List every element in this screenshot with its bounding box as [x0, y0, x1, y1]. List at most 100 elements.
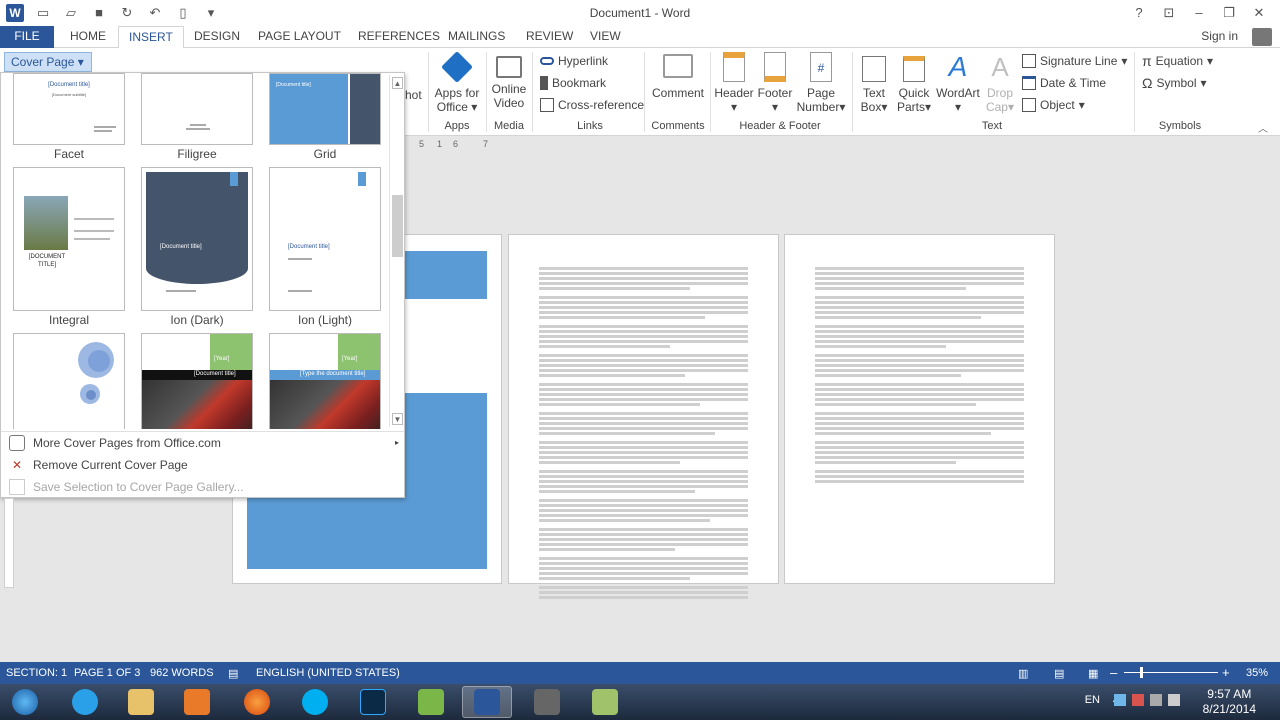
- gallery-scrollbar[interactable]: ▲ ▼: [389, 75, 404, 427]
- user-avatar-icon[interactable]: [1252, 28, 1272, 46]
- help-icon[interactable]: ?: [1124, 2, 1154, 24]
- object-button[interactable]: Object ▾: [1022, 96, 1085, 114]
- zoom-slider-thumb[interactable]: [1140, 667, 1143, 678]
- more-cover-pages-item[interactable]: More Cover Pages from Office.com ▸: [9, 434, 399, 452]
- thumb-line: [74, 230, 114, 232]
- taskbar-photoshop[interactable]: [348, 686, 398, 718]
- cover-thumb-motion[interactable]: [Year] [Document title]: [141, 333, 253, 429]
- tab-page-layout[interactable]: PAGE LAYOUT: [248, 26, 351, 48]
- signature-line-button[interactable]: Signature Line ▾: [1022, 52, 1127, 70]
- date-time-icon: [1022, 76, 1036, 90]
- start-button[interactable]: [2, 686, 48, 718]
- taskbar-word[interactable]: [462, 686, 512, 718]
- cover-thumb-circles[interactable]: [13, 333, 125, 429]
- taskbar-media-player[interactable]: [172, 686, 222, 718]
- tab-review[interactable]: REVIEW: [516, 26, 583, 48]
- wordart-button[interactable]: A WordArt ▾: [936, 52, 980, 115]
- tray-app-icon[interactable]: [1114, 694, 1126, 706]
- document-page-3[interactable]: [784, 234, 1055, 584]
- date-time-label: Date & Time: [1040, 76, 1107, 90]
- drop-cap-button[interactable]: A Drop Cap▾: [982, 52, 1018, 114]
- text-line: [815, 441, 1024, 444]
- thumb-subtitle: [Document subtitle]: [51, 92, 87, 97]
- group-label-media: Media: [494, 120, 524, 132]
- document-page-2[interactable]: [508, 234, 779, 599]
- scroll-thumb[interactable]: [392, 195, 403, 257]
- page-number-button[interactable]: # Page Number▾: [796, 52, 846, 114]
- minimize-icon[interactable]: –: [1184, 2, 1214, 24]
- cover-thumb-motion-2[interactable]: [Year] [Type the document title]: [269, 333, 381, 429]
- zoom-out-icon[interactable]: –: [1110, 665, 1117, 680]
- cross-reference-button[interactable]: Cross-reference: [540, 96, 644, 114]
- cover-thumb-facet[interactable]: [Document title] [Document subtitle]: [13, 73, 125, 145]
- thumb-line: [166, 290, 196, 292]
- footer-button[interactable]: Footer ▾: [756, 52, 794, 114]
- close-icon[interactable]: ✕: [1244, 2, 1274, 24]
- taskbar-explorer[interactable]: [116, 686, 166, 718]
- bookmark-button[interactable]: Bookmark: [540, 74, 606, 92]
- cover-label-ion-dark: Ion (Dark): [170, 313, 224, 327]
- proofing-icon[interactable]: ▤: [228, 667, 238, 680]
- text-box-button[interactable]: Text Box▾: [856, 52, 892, 114]
- signature-dropdown-icon: ▾: [1121, 54, 1128, 68]
- sign-in-link[interactable]: Sign in: [1201, 29, 1238, 43]
- save-selection-item[interactable]: Save Selection to Cover Page Gallery...: [9, 478, 244, 496]
- tab-insert[interactable]: INSERT: [118, 26, 184, 49]
- hyperlink-button[interactable]: Hyperlink: [540, 52, 608, 70]
- comment-button[interactable]: Comment: [650, 52, 706, 100]
- read-mode-icon[interactable]: ▥: [1018, 667, 1028, 680]
- cover-thumb-ion-dark[interactable]: [Document title]: [141, 167, 253, 311]
- taskbar-skype[interactable]: [290, 686, 340, 718]
- cover-page-button[interactable]: Cover Page ▾: [4, 52, 92, 72]
- text-line: [539, 417, 748, 420]
- thumb-photo: [270, 380, 380, 429]
- zoom-level[interactable]: 35%: [1246, 667, 1268, 679]
- tray-flag-icon[interactable]: [1132, 694, 1144, 706]
- tray-network-icon[interactable]: [1150, 694, 1162, 706]
- collapse-ribbon-icon[interactable]: ︿: [1258, 120, 1268, 135]
- language-indicator[interactable]: ENGLISH (UNITED STATES): [256, 667, 400, 679]
- header-button[interactable]: Header ▾: [714, 52, 754, 114]
- equation-button[interactable]: π Equation ▾: [1142, 52, 1213, 70]
- comment-label: Comment: [651, 86, 704, 100]
- ribbon-display-icon[interactable]: ⊡: [1154, 2, 1184, 24]
- word-count[interactable]: 962 WORDS: [150, 667, 214, 679]
- taskbar-ie[interactable]: [60, 686, 110, 718]
- web-layout-icon[interactable]: ▦: [1088, 667, 1098, 680]
- text-line: [539, 287, 690, 290]
- ruler-mark: 5: [419, 139, 425, 149]
- tab-references[interactable]: REFERENCES: [348, 26, 450, 48]
- taskbar-camtasia[interactable]: [406, 686, 456, 718]
- scroll-up-icon[interactable]: ▲: [392, 77, 403, 89]
- symbol-button[interactable]: Ω Symbol ▾: [1142, 74, 1207, 92]
- section-indicator[interactable]: SECTION: 1: [6, 667, 67, 679]
- quick-parts-button[interactable]: Quick Parts▾: [894, 52, 934, 114]
- restore-icon[interactable]: ❐: [1214, 2, 1244, 24]
- online-video-button[interactable]: Online Video: [490, 52, 528, 110]
- taskbar-clock[interactable]: 9:57 AM 8/21/2014: [1203, 687, 1256, 717]
- input-language[interactable]: EN: [1085, 694, 1100, 706]
- page-indicator[interactable]: PAGE 1 OF 3: [74, 667, 140, 679]
- scroll-down-icon[interactable]: ▼: [392, 413, 403, 425]
- tab-view[interactable]: VIEW: [580, 26, 631, 48]
- tab-design[interactable]: DESIGN: [184, 26, 250, 48]
- tab-file[interactable]: FILE: [0, 26, 54, 48]
- taskbar-notes[interactable]: [580, 686, 630, 718]
- taskbar-firefox[interactable]: [232, 686, 282, 718]
- taskbar-recorder[interactable]: [522, 686, 572, 718]
- cover-page-gallery: [Document title] [Document subtitle] Fac…: [0, 72, 405, 498]
- zoom-slider[interactable]: [1124, 672, 1218, 673]
- cover-thumb-integral[interactable]: [DOCUMENT TITLE]: [13, 167, 125, 311]
- zoom-in-icon[interactable]: +: [1222, 665, 1230, 680]
- tab-home[interactable]: HOME: [60, 26, 116, 48]
- cover-thumb-ion-light[interactable]: [Document title]: [269, 167, 381, 311]
- remove-cover-page-item[interactable]: ✕ Remove Current Cover Page: [9, 456, 188, 474]
- date-time-button[interactable]: Date & Time: [1022, 74, 1106, 92]
- cover-thumb-grid[interactable]: [Document title]: [269, 73, 381, 145]
- remove-cover-page-label: Remove Current Cover Page: [33, 458, 188, 472]
- apps-for-office-button[interactable]: Apps for Office ▾: [432, 51, 482, 114]
- cover-thumb-filigree[interactable]: [141, 73, 253, 145]
- print-layout-icon[interactable]: ▤: [1054, 667, 1064, 680]
- tab-mailings[interactable]: MAILINGS: [438, 26, 515, 48]
- tray-volume-icon[interactable]: [1168, 694, 1180, 706]
